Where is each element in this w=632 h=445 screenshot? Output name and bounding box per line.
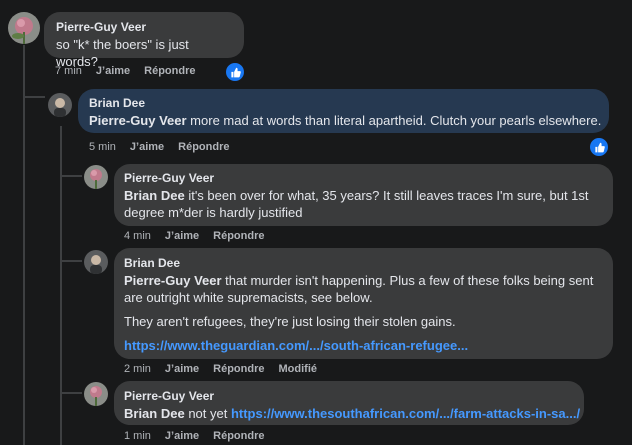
like-button[interactable]: J’aime [130, 141, 164, 153]
reply-button[interactable]: Répondre [213, 230, 264, 242]
comment-body-line1: it's been over for what, 35 years? It st… [184, 188, 589, 203]
comment-text: Pierre-Guy Veer more mad at words than l… [89, 112, 601, 129]
comment-author[interactable]: Brian Dee [89, 96, 598, 110]
comment-bubble: Pierre-Guy Veer Brian Dee not yet https:… [114, 381, 584, 425]
mention-link[interactable]: Pierre-Guy Veer [124, 273, 222, 288]
external-link[interactable]: https://www.thesouthafrican.com/.../farm… [231, 406, 580, 421]
comment-timestamp[interactable]: 1 min [124, 430, 151, 442]
comment-paragraph: They aren't refugees, they're just losin… [124, 314, 456, 329]
comment-text: Brian Dee not yet https://www.thesouthaf… [124, 405, 580, 422]
like-button[interactable]: J’aime [165, 230, 199, 242]
mention-link[interactable]: Brian Dee [124, 188, 185, 203]
comment-actions: 5 min J’aime Répondre [89, 141, 230, 153]
comment-timestamp[interactable]: 4 min [124, 230, 151, 242]
reply-button[interactable]: Répondre [178, 141, 229, 153]
comment-actions: 2 min J’aime Répondre Modifié [124, 363, 317, 375]
avatar[interactable] [84, 382, 108, 406]
comment-body: not yet [184, 406, 231, 421]
comment-text: Pierre-Guy Veer that murder isn't happen… [124, 272, 603, 354]
comment-actions: 7 min J’aime Répondre [55, 65, 196, 77]
like-button[interactable]: J’aime [165, 430, 199, 442]
thumbs-up-icon [230, 67, 241, 77]
comment-body-line2: degree m*der is hardly justified [124, 205, 303, 220]
like-button[interactable]: J’aime [165, 363, 199, 375]
thumbs-up-icon [594, 142, 605, 152]
comment-author[interactable]: Pierre-Guy Veer [124, 389, 574, 403]
thread-connector-1 [23, 96, 45, 98]
avatar[interactable] [48, 93, 72, 117]
comment-timestamp[interactable]: 2 min [124, 363, 151, 375]
thread-connector-3 [60, 260, 82, 262]
edited-label: Modifié [278, 363, 318, 375]
external-link[interactable]: https://www.theguardian.com/.../south-af… [124, 337, 603, 354]
thread-line-nested [60, 126, 62, 445]
avatar[interactable] [8, 12, 40, 44]
reply-button[interactable]: Répondre [144, 65, 195, 77]
comment-actions: 1 min J’aime Répondre [124, 430, 265, 442]
mention-link[interactable]: Pierre-Guy Veer [89, 113, 187, 128]
comment-author[interactable]: Pierre-Guy Veer [124, 171, 603, 185]
comment-bubble: Brian Dee Pierre-Guy Veer that murder is… [114, 248, 613, 359]
comment-body: more mad at words than literal apartheid… [186, 113, 602, 128]
like-reaction-badge[interactable] [224, 61, 246, 83]
comment-bubble: Pierre-Guy Veer Brian Dee it's been over… [114, 164, 613, 226]
comment-timestamp[interactable]: 7 min [55, 65, 82, 77]
thread-connector-4 [60, 392, 82, 394]
mention-link[interactable]: Brian Dee [124, 406, 185, 421]
thread-connector-2 [60, 175, 82, 177]
comment-body-line1: that murder isn't happening. Plus a few … [221, 273, 594, 288]
like-button[interactable]: J’aime [96, 65, 130, 77]
avatar[interactable] [84, 250, 108, 274]
comment-timestamp[interactable]: 5 min [89, 141, 116, 153]
like-reaction-badge[interactable] [588, 136, 610, 158]
comment-actions: 4 min J’aime Répondre [124, 230, 265, 242]
comment-text: Brian Dee it's been over for what, 35 ye… [124, 187, 603, 221]
comment-body-line2: are outright white supremacists, see bel… [124, 290, 373, 305]
comment-author[interactable]: Pierre-Guy Veer [56, 20, 232, 34]
reply-button[interactable]: Répondre [213, 430, 264, 442]
comment-author[interactable]: Brian Dee [124, 256, 603, 270]
comment-bubble: Pierre-Guy Veer so "k* the boers" is jus… [44, 12, 244, 69]
reply-button[interactable]: Répondre [213, 363, 264, 375]
comment-bubble: Brian Dee Pierre-Guy Veer more mad at wo… [78, 89, 609, 133]
thread-line-main [23, 45, 25, 445]
avatar[interactable] [84, 165, 108, 189]
